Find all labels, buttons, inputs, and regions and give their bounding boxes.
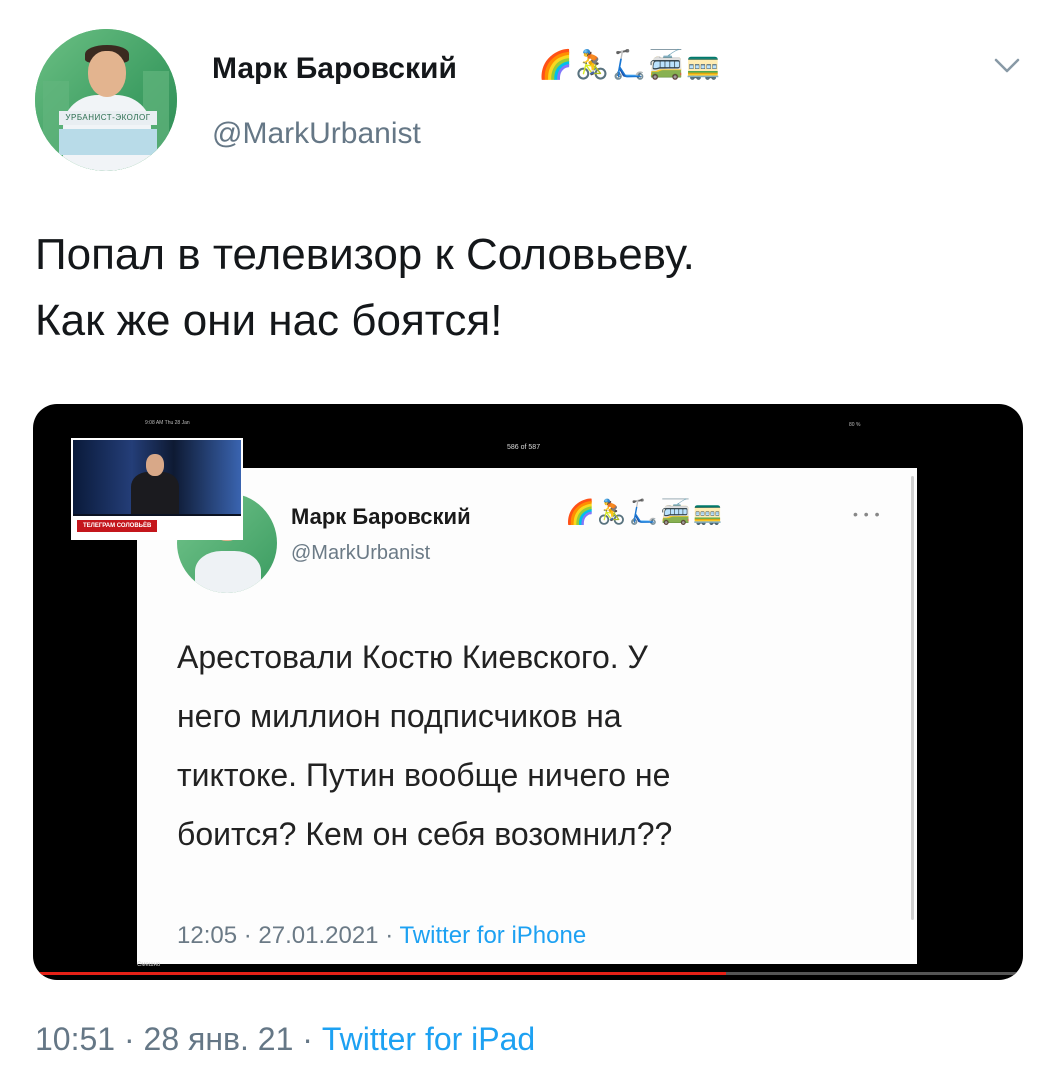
video-progress-fill <box>33 972 726 975</box>
embedded-avatar-shirt <box>195 551 261 593</box>
tv-host-head <box>146 454 164 476</box>
avatar-city <box>59 129 157 155</box>
status-bar-time: 9:08 AM Thu 28 Jan <box>145 420 190 426</box>
separator: · <box>243 922 252 949</box>
embedded-author-emojis: 🌈🚴🛴🚎🚃 <box>565 499 725 526</box>
tweet-date[interactable]: 28 янв. 21 <box>144 1021 294 1057</box>
embedded-date: 27.01.2021 <box>258 922 379 949</box>
separator: · <box>123 1021 135 1057</box>
tv-inset-video: ТЕЛЕГРАМ СОЛОВЬЁВ <box>71 438 243 540</box>
more-dots-icon: • • • <box>853 506 881 522</box>
video-caption: Смешно <box>137 962 161 968</box>
embedded-tweet-meta: 12:05 · 27.01.2021 · Twitter for iPhone <box>177 922 586 950</box>
tv-channel-label: ТЕЛЕГРАМ СОЛОВЬЁВ <box>77 520 158 532</box>
embedded-author-name: Марк Баровский <box>291 504 471 529</box>
tweet-source[interactable]: Twitter for iPad <box>322 1021 535 1057</box>
video-progress-bar[interactable] <box>33 972 1023 975</box>
tweet-media-video[interactable]: 9:08 AM Thu 28 Jan 586 of 587 80 % Марк … <box>33 404 1023 980</box>
avatar-badge-text: УРБАНИСТ-ЭКОЛОГ <box>59 111 157 125</box>
author-name[interactable]: Марк Баровский <box>212 52 457 86</box>
embedded-scrollbar <box>911 476 914 920</box>
embedded-source: Twitter for iPhone <box>399 922 587 949</box>
author-emojis: 🌈🚴🛴🚎🚃 <box>538 49 723 80</box>
embedded-screenshot: Марк Баровский 🌈🚴🛴🚎🚃 @MarkUrbanist • • •… <box>137 468 917 964</box>
separator: · <box>302 1021 313 1057</box>
author-avatar[interactable]: УРБАНИСТ-ЭКОЛОГ <box>35 29 177 171</box>
separator: · <box>385 922 394 949</box>
status-bar-counter: 586 of 587 <box>507 444 541 451</box>
tweet-text: Попал в телевизор к Соловьеву. Как же он… <box>35 230 695 345</box>
embedded-author-handle: @MarkUrbanist <box>291 542 431 564</box>
tv-host-body <box>131 472 179 514</box>
status-bar-battery: 80 % <box>849 422 861 428</box>
chevron-down-icon[interactable] <box>992 54 1022 76</box>
tweet-meta: 10:51 · 28 янв. 21 · Twitter for iPad <box>35 1021 535 1058</box>
embedded-time: 12:05 <box>177 922 238 949</box>
avatar-head <box>88 51 126 97</box>
tweet-time[interactable]: 10:51 <box>35 1021 115 1057</box>
author-handle[interactable]: @MarkUrbanist <box>212 117 421 151</box>
embedded-tweet-text: Арестовали Костю Киевского. У него милли… <box>177 639 673 852</box>
